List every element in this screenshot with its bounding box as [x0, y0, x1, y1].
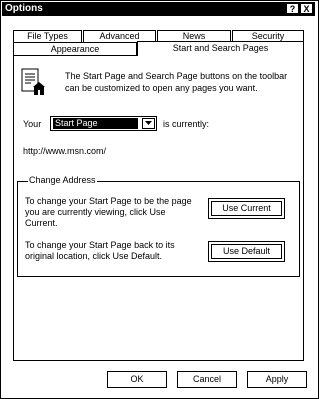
use-default-label: Use Default	[211, 244, 282, 259]
close-button[interactable]: X	[300, 3, 313, 14]
document-home-icon	[21, 68, 45, 95]
help-button[interactable]: ?	[286, 3, 299, 14]
tab-start-and-search-pages[interactable]: Start and Search Pages	[137, 41, 304, 56]
tab-appearance[interactable]: Appearance	[13, 42, 137, 56]
title-bar[interactable]: Options ? X	[2, 2, 315, 16]
use-current-label: Use Current	[211, 201, 282, 216]
use-current-button[interactable]: Use Current	[208, 198, 285, 219]
page-select-value: Start Page	[53, 118, 138, 129]
cancel-button[interactable]: Cancel	[177, 371, 237, 388]
current-url: http://www.msn.com/	[23, 146, 107, 156]
use-current-text: To change your Start Page to be the page…	[25, 196, 192, 228]
tab-file-types[interactable]: File Types	[13, 30, 82, 42]
description-text: The Start Page and Search Page buttons o…	[65, 71, 288, 93]
active-tab-gap	[138, 55, 303, 56]
use-default-text: To change your Start Page back to its or…	[25, 240, 175, 261]
apply-button[interactable]: Apply	[247, 371, 307, 388]
change-address-legend: Change Address	[28, 175, 97, 185]
ok-button[interactable]: OK	[107, 371, 167, 388]
is-currently-label: is currently:	[163, 119, 210, 129]
chevron-down-icon[interactable]	[142, 118, 155, 129]
window-title: Options	[5, 3, 43, 14]
use-default-button[interactable]: Use Default	[208, 241, 285, 262]
your-label: Your	[23, 119, 42, 129]
page-select[interactable]: Start Page	[50, 116, 157, 131]
